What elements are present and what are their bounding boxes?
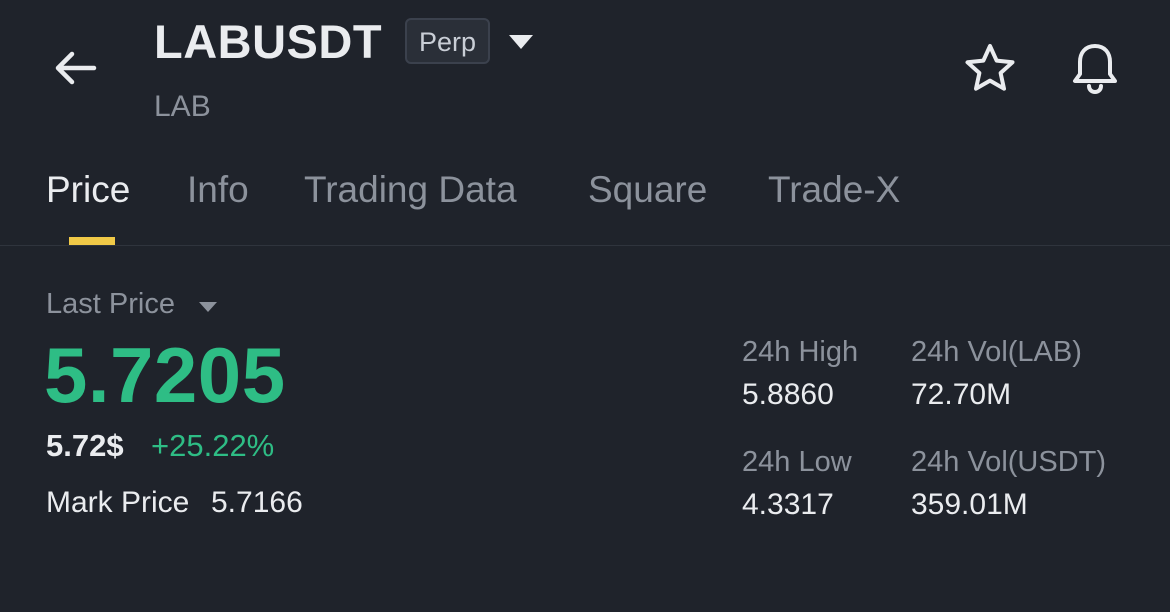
usd-price-value: 5.72$ <box>46 428 124 463</box>
mark-price-value: 5.7166 <box>211 486 303 519</box>
24h-vol-base-value: 72.70M <box>911 378 1012 411</box>
tab-trading-data[interactable]: Trading Data <box>304 166 517 214</box>
24h-vol-quote-value: 359.01M <box>911 488 1028 521</box>
last-price-label[interactable]: Last Price <box>46 288 175 321</box>
favorite-button[interactable] <box>962 40 1018 96</box>
tab-trade-x[interactable]: Trade-X <box>768 166 900 214</box>
bell-icon <box>1073 44 1117 94</box>
symbol-title[interactable]: LABUSDT <box>154 14 382 70</box>
caret-down-icon <box>509 35 533 49</box>
24h-low-value: 4.3317 <box>742 488 834 521</box>
star-icon <box>965 44 1015 91</box>
24h-low-label: 24h Low <box>742 446 852 478</box>
24h-vol-quote-label: 24h Vol(USDT) <box>911 446 1107 478</box>
tab-price[interactable]: Price <box>46 166 130 214</box>
24h-high-value: 5.8860 <box>742 378 834 411</box>
last-price-dropdown[interactable] <box>197 299 219 315</box>
base-asset-label: LAB <box>154 90 211 123</box>
price-change-percent: +25.22% <box>151 428 275 463</box>
active-tab-indicator <box>69 237 115 245</box>
mark-price-label: Mark Price <box>46 486 190 519</box>
symbol-dropdown-button[interactable] <box>506 30 536 54</box>
arrow-left-icon <box>55 51 97 85</box>
contract-type-badge: Perp <box>405 18 491 64</box>
caret-down-icon <box>199 302 217 312</box>
last-price-value: 5.7205 <box>44 331 286 419</box>
tab-square[interactable]: Square <box>588 166 707 214</box>
price-alert-button[interactable] <box>1067 40 1123 96</box>
24h-vol-base-label: 24h Vol(LAB) <box>911 336 1082 368</box>
24h-high-label: 24h High <box>742 336 859 368</box>
tab-divider <box>0 245 1170 246</box>
tab-info[interactable]: Info <box>187 166 249 214</box>
back-button[interactable] <box>44 40 104 96</box>
